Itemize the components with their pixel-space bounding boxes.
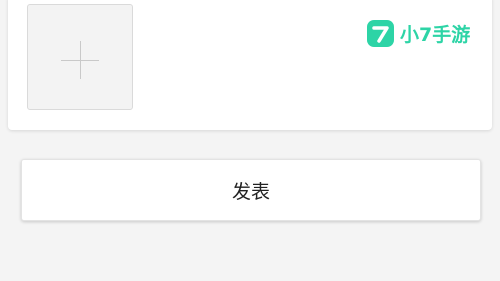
watermark: 小7手游 [367,19,470,47]
seven-logo-icon [367,19,394,47]
add-image-button[interactable] [27,4,133,110]
watermark-text: 小7手游 [400,23,471,46]
publish-button-label: 发表 [231,180,270,203]
publish-button[interactable]: 发表 [21,159,481,221]
